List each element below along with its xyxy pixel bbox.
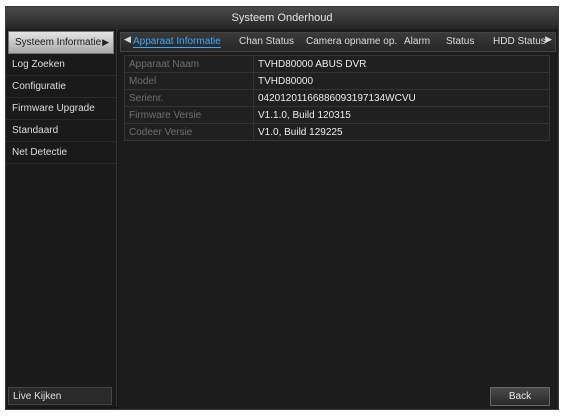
sidebar-item-configuration[interactable]: Configuratie [6,76,116,98]
sidebar-item-label: Log Zoeken [12,59,65,70]
field-label: Serienr. [124,89,254,107]
tab-alarm[interactable]: Alarm [404,36,430,47]
sidebar-item-label: Systeem Informatie [15,37,102,48]
table-row: Codeer Versie V1.0, Build 129225 [124,123,550,141]
live-view-button[interactable]: Live Kijken [8,387,112,405]
sidebar-item-label: Firmware Upgrade [12,103,95,114]
sidebar-item-label: Net Detectie [12,147,68,158]
table-row: Apparaat Naam TVHD80000 ABUS DVR [124,55,550,73]
system-maintenance-window: Systeem Onderhoud Systeem Informatie ▶ L… [5,6,559,410]
tab-status[interactable]: Status [446,36,474,47]
field-label: Firmware Versie [124,106,254,124]
chevron-right-icon[interactable]: ▶ [545,34,552,45]
tab-bar: ◀ Apparaat Informatie Chan Status Camera… [120,32,556,52]
tab-camera-recording[interactable]: Camera opname op. [306,36,397,47]
field-label: Apparaat Naam [124,55,254,73]
sidebar-item-label: Standaard [12,125,59,136]
table-row: Serienr. 04201201166886093197134WCVU [124,89,550,107]
encoding-version-value: V1.0, Build 129225 [253,123,550,141]
sidebar-item-net-detection[interactable]: Net Detectie [6,142,116,164]
sidebar-item-firmware-upgrade[interactable]: Firmware Upgrade [6,98,116,120]
sidebar-item-log-search[interactable]: Log Zoeken [6,54,116,76]
tab-hdd-status[interactable]: HDD Status [493,36,546,47]
chevron-left-icon[interactable]: ◀ [124,34,131,45]
sidebar: Systeem Informatie ▶ Log Zoeken Configur… [6,29,117,407]
field-label: Codeer Versie [124,123,254,141]
tab-device-information[interactable]: Apparaat Informatie [133,36,221,48]
sidebar-item-system-information[interactable]: Systeem Informatie ▶ [8,31,114,54]
table-row: Model TVHD80000 [124,72,550,90]
device-info-table: Apparaat Naam TVHD80000 ABUS DVR Model T… [124,55,550,141]
device-name-value: TVHD80000 ABUS DVR [253,55,550,73]
firmware-version-value: V1.1.0, Build 120315 [253,106,550,124]
model-value: TVHD80000 [253,72,550,90]
table-row: Firmware Versie V1.1.0, Build 120315 [124,106,550,124]
field-label: Model [124,72,254,90]
window-title: Systeem Onderhoud [6,7,558,30]
tab-channel-status[interactable]: Chan Status [239,36,294,47]
sidebar-item-default[interactable]: Standaard [6,120,116,142]
chevron-right-icon: ▶ [102,37,109,47]
serial-number-value: 04201201166886093197134WCVU [253,89,550,107]
main-panel: ◀ Apparaat Informatie Chan Status Camera… [118,29,558,409]
sidebar-item-label: Configuratie [12,81,66,92]
back-button[interactable]: Back [490,387,550,406]
